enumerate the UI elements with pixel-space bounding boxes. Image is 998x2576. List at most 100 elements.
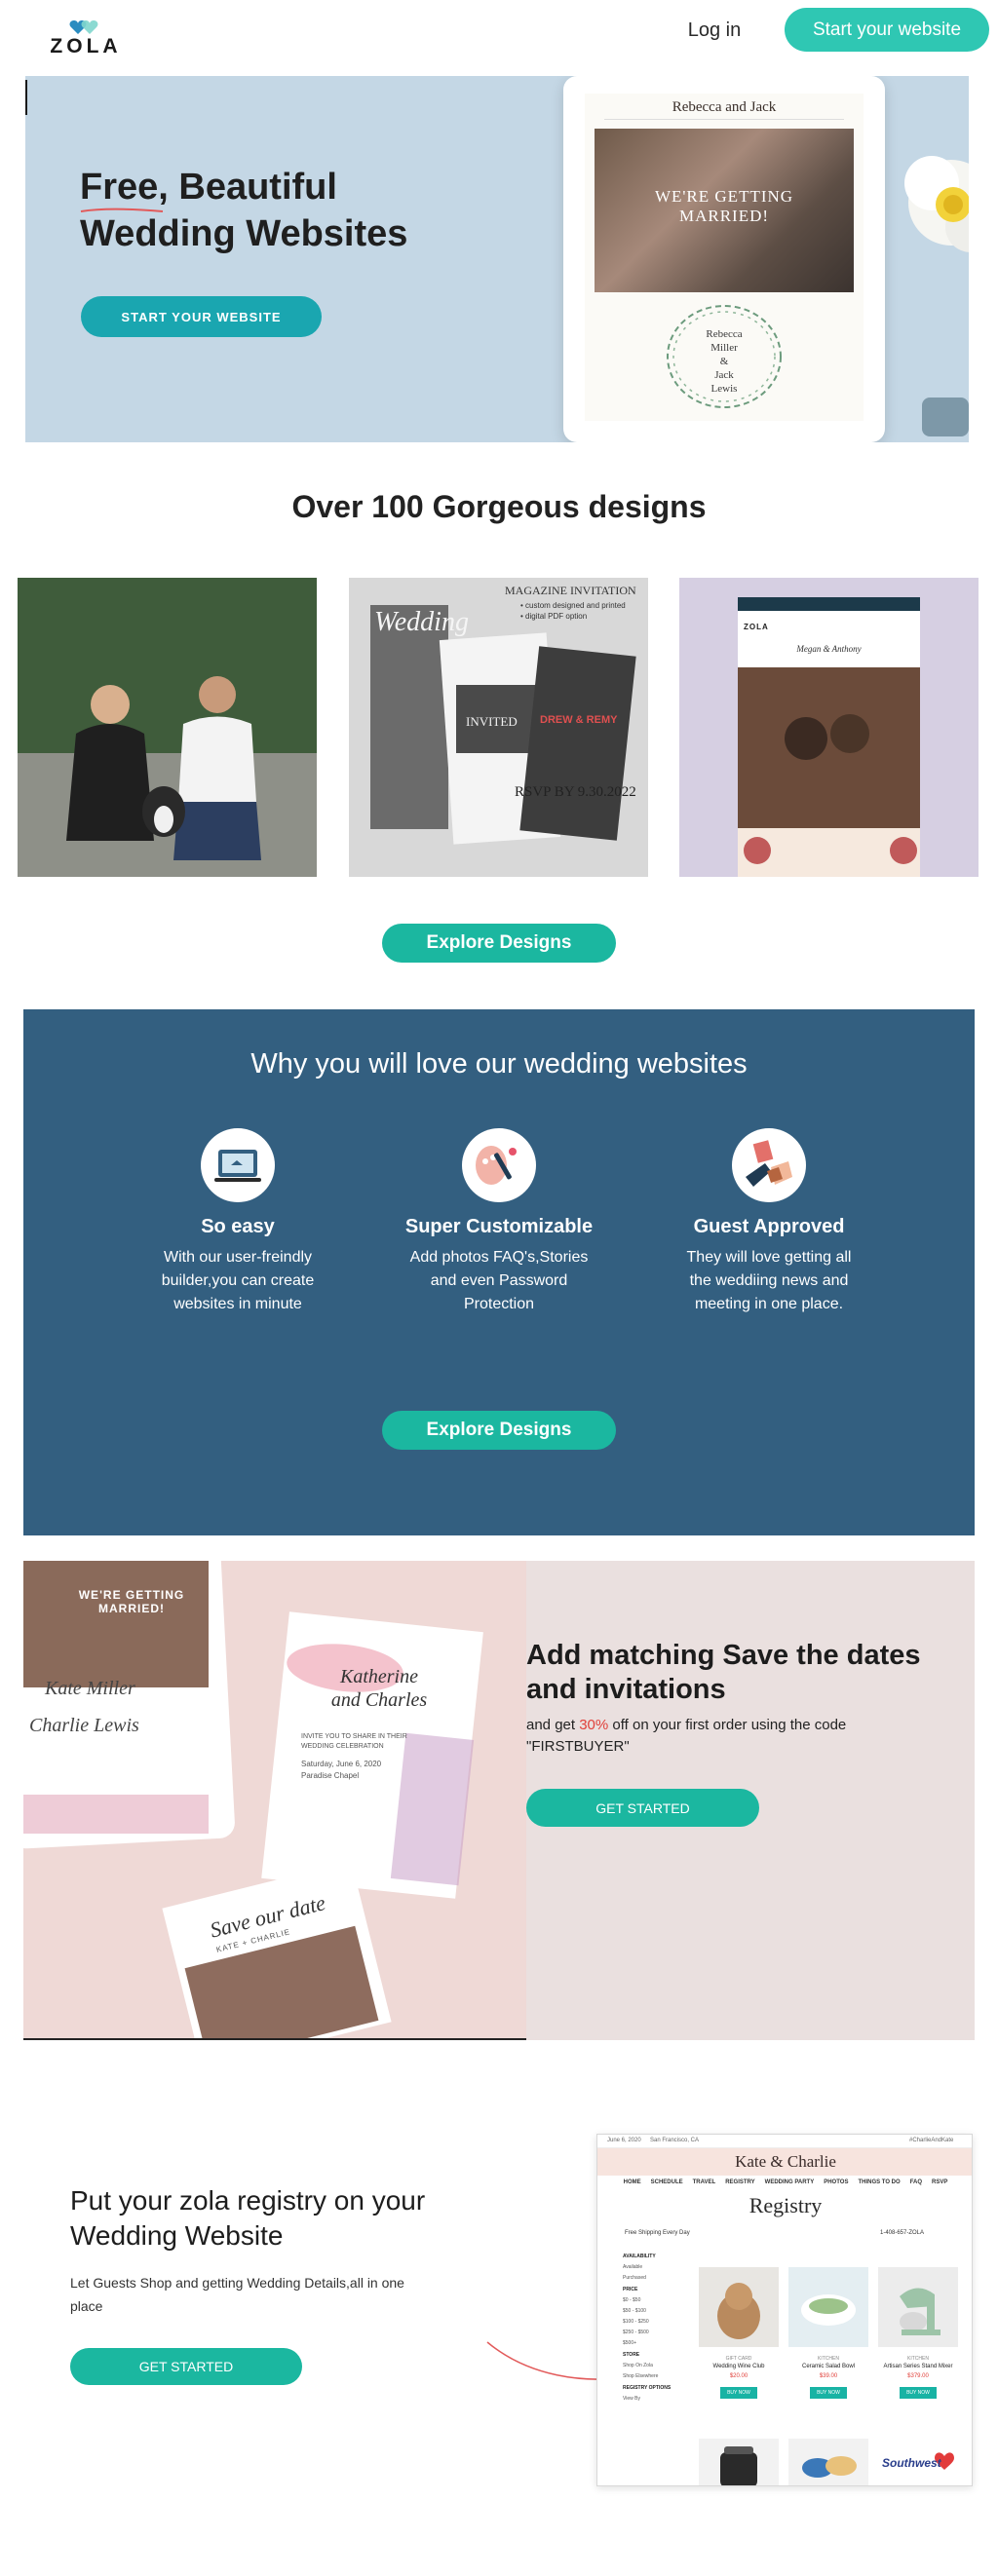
- filter-option[interactable]: $250 - $500: [623, 2330, 691, 2335]
- couple-photo: [18, 578, 317, 877]
- hero-start-website-button[interactable]: START YOUR WEBSITE: [81, 296, 322, 337]
- buy-now-button[interactable]: BUY NOW: [720, 2387, 757, 2399]
- login-link[interactable]: Log in: [682, 18, 747, 43]
- registry-hashtag: #CharlieAndKate: [909, 2138, 954, 2143]
- registry-nav-item[interactable]: SCHEDULE: [651, 2176, 683, 2189]
- mixer-photo: [878, 2267, 958, 2347]
- feature-desc: They will love getting all the weddiing …: [686, 1249, 852, 1312]
- tablet-screen: Rebecca and Jack WE'RE GETTING MARRIED! …: [585, 94, 864, 421]
- registry-topbar: June 6, 2020 San Francisco, CA #CharlieA…: [597, 2135, 972, 2148]
- registry-nav-item[interactable]: RSVP: [932, 2176, 947, 2189]
- registry-title: Put your zola registry on your Wedding W…: [70, 2185, 426, 2251]
- magazine-title: Wedding: [374, 607, 469, 637]
- tablet-mockup: Rebecca and Jack WE'RE GETTING MARRIED! …: [563, 76, 885, 442]
- text-cursor: [25, 80, 27, 115]
- bowls-photo: [788, 2439, 868, 2485]
- filter-option[interactable]: Shop Elsewhere: [623, 2373, 691, 2379]
- design-card-magazine[interactable]: MAGAZINE INVITATION • custom designed an…: [349, 578, 648, 877]
- tablet-headline-1: WE'RE GETTING: [654, 187, 794, 206]
- card-names-1: Katherine: [340, 1666, 418, 1687]
- wreath-names: Rebecca Miller & Jack Lewis: [585, 327, 864, 396]
- explore-designs-button-2[interactable]: Explore Designs: [382, 1411, 616, 1450]
- filter-option[interactable]: View By: [623, 2396, 691, 2402]
- explore-designs-button[interactable]: Explore Designs: [382, 924, 616, 963]
- site-header: ZOLA Log in Start your website: [0, 0, 998, 76]
- filter-option[interactable]: Available: [623, 2264, 691, 2270]
- buy-now-button[interactable]: BUY NOW: [810, 2387, 847, 2399]
- card-date: Saturday, June 6, 2020: [301, 1760, 382, 1768]
- registry-phone: 1-408-657-ZOLA: [880, 2230, 925, 2236]
- underline-squiggle: [80, 208, 164, 212]
- designs-title: Over 100 Gorgeous designs: [291, 489, 707, 524]
- product-price: $39.00: [819, 2373, 838, 2379]
- tablet-names-1: Kate Miller: [45, 1678, 135, 1699]
- product-card[interactable]: GIFT CARD Wedding Wine Club $20.00 BUY N…: [699, 2267, 779, 2413]
- zola-logo[interactable]: ZOLA: [47, 19, 125, 58]
- couple-photo: WE'RE GETTING MARRIED!: [595, 129, 854, 292]
- registry-nav-item[interactable]: HOME: [624, 2176, 641, 2189]
- tablet-names-2: Charlie Lewis: [29, 1715, 139, 1736]
- registry-couple-names: Kate & Charlie: [597, 2148, 972, 2176]
- product-card-pot[interactable]: [699, 2439, 779, 2485]
- stationery-desc-before: and get: [526, 1717, 580, 1733]
- stationery-get-started-button[interactable]: GET STARTED: [526, 1789, 759, 1827]
- product-card-southwest[interactable]: Southwest: [878, 2439, 958, 2485]
- feature-so-easy: So easy With our user-freindly builder,y…: [116, 1128, 360, 1316]
- hands-icon: [732, 1128, 806, 1202]
- why-title: Why you will love our wedding websites: [250, 1048, 748, 1080]
- ring-box: [922, 398, 969, 436]
- filter-option[interactable]: $0 - $50: [623, 2297, 691, 2303]
- white-flower-icon: [904, 156, 969, 252]
- product-card-bowls[interactable]: [788, 2439, 868, 2485]
- feature-title: So easy: [201, 1216, 275, 1237]
- registry-nav-item[interactable]: REGISTRY: [725, 2176, 754, 2189]
- feature-desc: Add photos FAQ's,Stories and even Passwo…: [409, 1249, 589, 1312]
- product-card[interactable]: KITCHEN Artisan Series Stand Mixer $379.…: [878, 2267, 958, 2413]
- dog-photo: [699, 2267, 779, 2347]
- logo-text: ZOLA: [50, 35, 122, 57]
- tablet-headline: WE'RE GETTING MARRIED!: [595, 187, 854, 226]
- buy-now-button[interactable]: BUY NOW: [900, 2387, 937, 2399]
- registry-get-started-button[interactable]: GET STARTED: [70, 2348, 302, 2385]
- tablet-nav: [604, 119, 844, 123]
- registry-nav-item[interactable]: WEDDING PARTY: [765, 2176, 815, 2189]
- start-website-button[interactable]: Start your website: [785, 8, 989, 52]
- magazine-couple: DREW & REMY: [540, 714, 618, 726]
- stationery-collage: [23, 1561, 526, 2040]
- product-name: Ceramic Salad Bowl: [801, 2364, 856, 2369]
- filter-heading: STORE: [623, 2352, 640, 2358]
- registry-nav-item[interactable]: THINGS TO DO: [858, 2176, 900, 2189]
- hero-banner: Free, Beautiful Wedding Websites START Y…: [25, 76, 969, 442]
- registry-nav-item[interactable]: PHOTOS: [824, 2176, 848, 2189]
- wreath-name-2: Miller: [710, 342, 738, 354]
- registry-nav-item[interactable]: FAQ: [910, 2176, 922, 2189]
- feature-customizable: Super Customizable Add photos FAQ's,Stor…: [377, 1128, 621, 1316]
- registry-preview: June 6, 2020 San Francisco, CA #CharlieA…: [596, 2134, 973, 2486]
- registry-nav: HOME SCHEDULE TRAVEL REGISTRY WEDDING PA…: [597, 2176, 972, 2189]
- filter-option[interactable]: $100 - $250: [623, 2319, 691, 2325]
- filter-option[interactable]: $50 - $100: [623, 2308, 691, 2314]
- wreath-name-3: Jack: [714, 369, 734, 381]
- filter-option[interactable]: Shop On Zola: [623, 2363, 691, 2368]
- website-preview-image: [679, 578, 979, 877]
- wreath-name-4: Lewis: [710, 383, 738, 395]
- pressure-cooker-photo: [699, 2439, 779, 2485]
- filter-option[interactable]: Purchased: [623, 2275, 691, 2281]
- magazine-rsvp: RSVP BY 9.30.2022: [515, 784, 636, 800]
- product-category: GIFT CARD: [725, 2356, 752, 2362]
- design-card-website[interactable]: ZOLA Megan & Anthony: [679, 578, 979, 877]
- registry-nav-item[interactable]: TRAVEL: [693, 2176, 716, 2189]
- feature-desc: With our user-freindly builder,you can c…: [161, 1249, 315, 1312]
- registry-location: San Francisco, CA: [650, 2138, 700, 2143]
- filter-option[interactable]: $500+: [623, 2340, 691, 2346]
- magazine-label: MAGAZINE INVITATION: [505, 584, 636, 597]
- card-body: INVITE YOU TO SHARE IN THEIR WEDDING CEL…: [301, 1733, 407, 1750]
- divider: [23, 2038, 526, 2040]
- registry-desc: Let Guests Shop and getting Wedding Deta…: [70, 2275, 404, 2314]
- paint-brush-icon: [462, 1128, 536, 1202]
- filter-heading: AVAILABILITY: [623, 2254, 656, 2259]
- design-card-couple-dog[interactable]: [18, 578, 317, 877]
- wreath-amp: &: [719, 356, 729, 367]
- product-card[interactable]: KITCHEN Ceramic Salad Bowl $39.00 BUY NO…: [788, 2267, 868, 2413]
- registry-heading: Registry: [748, 2193, 823, 2217]
